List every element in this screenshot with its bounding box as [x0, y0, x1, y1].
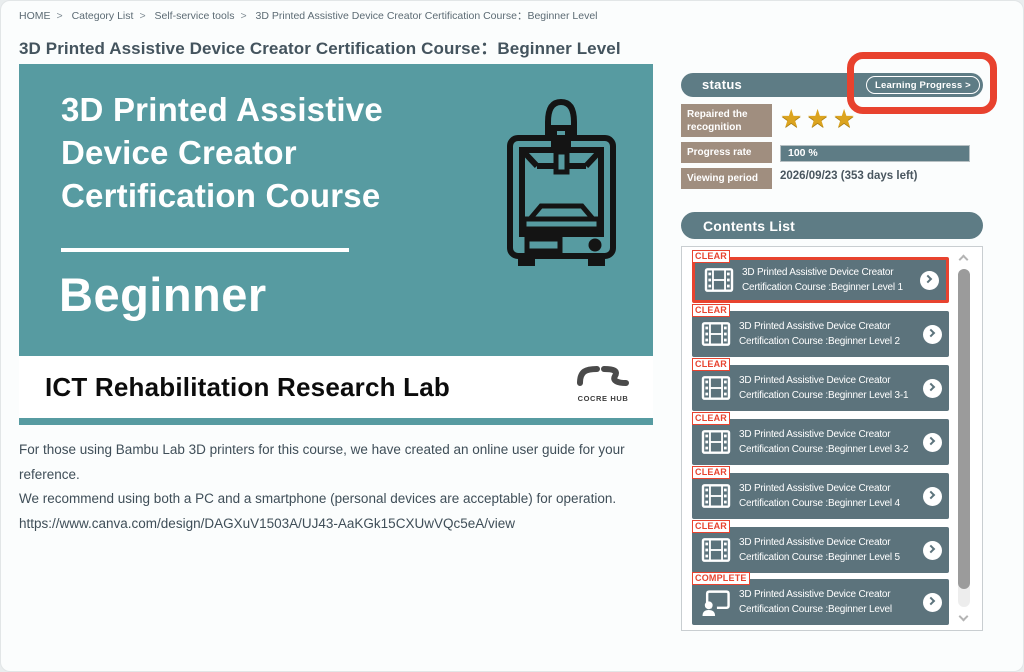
- content-item-level-4[interactable]: 3D Printed Assistive Device Creator Cert…: [692, 473, 949, 519]
- chevron-right-icon: [923, 541, 942, 560]
- status-badge: CLEAR: [692, 358, 730, 371]
- chevron-right-icon: [923, 487, 942, 506]
- scroll-down-icon[interactable]: [959, 612, 969, 622]
- learning-progress-button[interactable]: Learning Progress >: [866, 76, 980, 94]
- 3d-printer-icon: [496, 92, 628, 278]
- content-item-title: 3D Printed Assistive Device Creator Cert…: [739, 373, 919, 403]
- recognition-stars: ★★★: [780, 104, 859, 134]
- content-item-title: 3D Printed Assistive Device Creator Cert…: [739, 481, 919, 511]
- breadcrumb-self-service-tools[interactable]: Self-service tools: [155, 10, 235, 22]
- status-badge: CLEAR: [692, 250, 730, 263]
- breadcrumb-separator: >: [139, 10, 145, 22]
- film-icon: [701, 321, 731, 347]
- contents-list-header-label: Contents List: [703, 218, 795, 234]
- course-page: HOME > Category List > Self-service tools >…: [0, 0, 1024, 672]
- banner-teal-area: 3D Printed Assistive Device Creator Cert…: [19, 64, 653, 356]
- scrollbar-thumb[interactable]: [958, 269, 970, 589]
- content-item-wrapper: COMPLETE 3D Printed Assistive Device Cre…: [692, 579, 949, 625]
- content-item-title: 3D Printed Assistive Device Creator Cert…: [739, 319, 919, 349]
- content-item-title: 3D Printed Assistive Device Creator Cert…: [739, 427, 919, 457]
- content-item-level-2[interactable]: 3D Printed Assistive Device Creator Cert…: [692, 311, 949, 357]
- description-paragraph: We recommend using both a PC and a smart…: [19, 487, 663, 512]
- progress-bar-fill: 100 %: [781, 146, 969, 161]
- contents-list-header: Contents List: [681, 212, 983, 239]
- chevron-right-icon: [923, 325, 942, 344]
- lab-name: ICT Rehabilitation Research Lab: [45, 372, 450, 403]
- content-item-title: 3D Printed Assistive Device Creator Cert…: [739, 535, 919, 565]
- banner-heading: 3D Printed Assistive Device Creator Cert…: [61, 88, 383, 218]
- film-icon: [701, 537, 731, 563]
- content-item-wrapper: CLEAR 3D Printed Assistive Device Creato…: [692, 257, 949, 303]
- content-item-level-3-1[interactable]: 3D Printed Assistive Device Creator Cert…: [692, 365, 949, 411]
- viewing-period-value: 2026/09/23 (353 days left): [780, 170, 917, 182]
- film-icon: [704, 267, 734, 293]
- banner-heading-line: Device Creator: [61, 131, 383, 174]
- course-description: For those using Bambu Lab 3D printers fo…: [19, 438, 663, 536]
- content-item-wrapper: CLEAR 3D Printed Assistive Device Creato…: [692, 419, 949, 465]
- content-item-final[interactable]: 3D Printed Assistive Device Creator Cert…: [692, 579, 949, 625]
- status-badge: CLEAR: [692, 520, 730, 533]
- film-icon: [701, 375, 731, 401]
- content-item-level-3-2[interactable]: 3D Printed Assistive Device Creator Cert…: [692, 419, 949, 465]
- status-badge: COMPLETE: [692, 572, 750, 585]
- status-badge: CLEAR: [692, 304, 730, 317]
- breadcrumb-current-page: 3D Printed Assistive Device Creator Cert…: [256, 10, 598, 22]
- content-item-level-1[interactable]: 3D Printed Assistive Device Creator Cert…: [692, 257, 949, 303]
- banner-footer-strip: ICT Rehabilitation Research Lab COCRE HU…: [19, 356, 653, 418]
- content-item-wrapper: CLEAR 3D Printed Assistive Device Creato…: [692, 311, 949, 357]
- banner-heading-line: Certification Course: [61, 174, 383, 217]
- cocre-hub-logo-icon: [573, 364, 633, 388]
- content-item-level-5[interactable]: 3D Printed Assistive Device Creator Cert…: [692, 527, 949, 573]
- breadcrumb-separator: >: [240, 10, 246, 22]
- banner-bottom-bar: [19, 418, 653, 425]
- status-header: status Learning Progress >: [681, 73, 983, 97]
- breadcrumb-separator: >: [57, 10, 63, 22]
- viewing-period-label: Viewing period: [681, 168, 772, 189]
- recognition-label: Repaired the recognition: [681, 104, 772, 137]
- description-link-text[interactable]: https://www.canva.com/design/DAGXuV1503A…: [19, 512, 663, 537]
- chevron-right-icon: [923, 593, 942, 612]
- progress-rate-label: Progress rate: [681, 142, 772, 163]
- contents-list-box: CLEAR 3D Printed Assistive Device Creato…: [681, 246, 983, 631]
- content-item-wrapper: CLEAR 3D Printed Assistive Device Creato…: [692, 365, 949, 411]
- status-header-label: status: [702, 77, 742, 92]
- progress-bar: 100 %: [780, 145, 970, 162]
- cocre-hub-logo: COCRE HUB: [573, 364, 633, 403]
- banner-divider: [61, 248, 349, 252]
- chevron-right-icon: [923, 433, 942, 452]
- content-item-title: 3D Printed Assistive Device Creator Cert…: [739, 587, 919, 617]
- chevron-right-icon: [920, 271, 939, 290]
- cocre-hub-logo-text: COCRE HUB: [573, 394, 633, 403]
- status-badge: CLEAR: [692, 412, 730, 425]
- status-badge: CLEAR: [692, 466, 730, 479]
- banner-level-text: Beginner: [59, 267, 267, 322]
- course-banner-image: 3D Printed Assistive Device Creator Cert…: [19, 64, 653, 425]
- banner-heading-line: 3D Printed Assistive: [61, 88, 383, 131]
- scroll-up-icon[interactable]: [959, 255, 969, 265]
- film-icon: [701, 483, 731, 509]
- film-icon: [701, 429, 731, 455]
- breadcrumb-category-list[interactable]: Category List: [72, 10, 134, 22]
- content-item-wrapper: CLEAR 3D Printed Assistive Device Creato…: [692, 473, 949, 519]
- content-item-title: 3D Printed Assistive Device Creator Cert…: [742, 265, 916, 295]
- breadcrumb: HOME > Category List > Self-service tools >…: [19, 8, 604, 23]
- breadcrumb-home[interactable]: HOME: [19, 10, 51, 22]
- chevron-right-icon: [923, 379, 942, 398]
- content-item-wrapper: CLEAR 3D Printed Assistive Device Creato…: [692, 527, 949, 573]
- page-title: 3D Printed Assistive Device Creator Cert…: [19, 34, 621, 59]
- contents-list-scrollbar[interactable]: [957, 247, 971, 630]
- person-screen-icon: [701, 589, 731, 616]
- description-paragraph: For those using Bambu Lab 3D printers fo…: [19, 438, 663, 487]
